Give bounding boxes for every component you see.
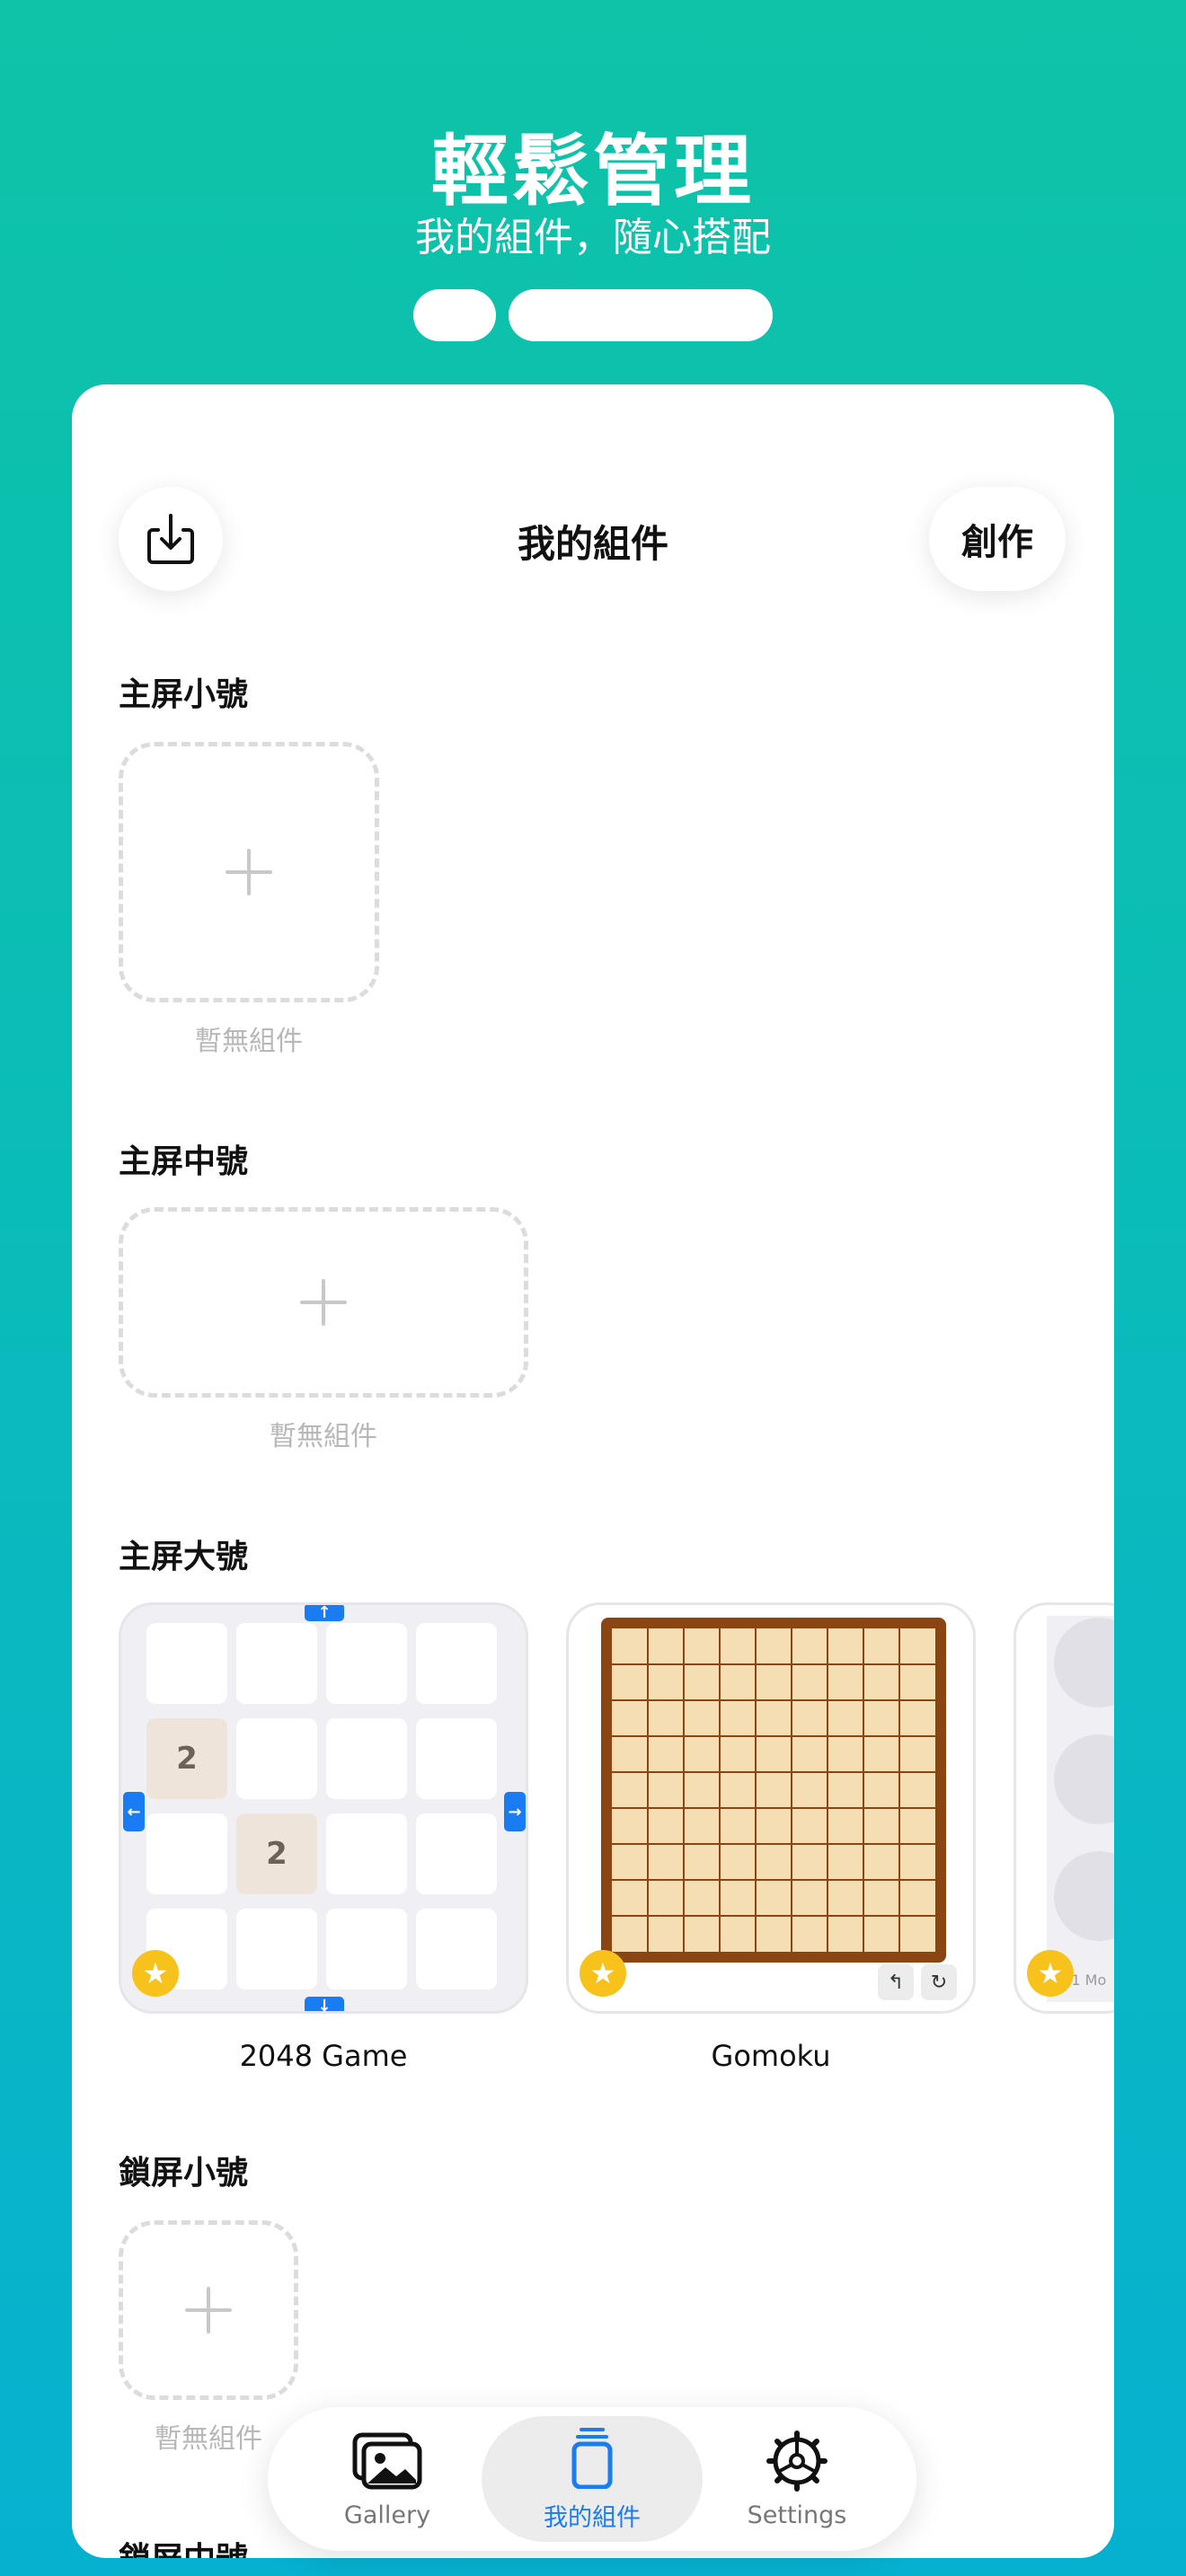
tab-label: Gallery (343, 2501, 431, 2529)
widget-card-partial[interactable]: el 1 Mo ★ (1013, 1602, 1114, 2014)
widget-stack-icon (571, 2427, 613, 2489)
restart-button[interactable]: ↻ (921, 1964, 957, 2000)
game-tile (236, 1718, 317, 1799)
section-title-home-large: 主屏大號 (119, 1539, 249, 1575)
widget-card-gomoku[interactable]: ↰ ↻ ★ (566, 1602, 976, 2014)
board-surface (612, 1628, 935, 1952)
gear-icon (766, 2430, 828, 2492)
gomoku-grid (612, 1628, 935, 1952)
game-tile (326, 1813, 407, 1894)
empty-label-lock-small: 暫無組件 (155, 2423, 262, 2455)
tab-gallery[interactable]: Gallery (277, 2416, 498, 2542)
add-widget-slot-home-medium[interactable] (119, 1207, 528, 1398)
game-tile (236, 1909, 317, 1989)
empty-label-home-small: 暫無組件 (195, 1026, 303, 1057)
game-tile: 2 (146, 1718, 227, 1799)
page-indicator-active (509, 289, 773, 341)
game-tile (146, 1623, 227, 1704)
favorite-star-icon[interactable]: ★ (132, 1950, 179, 1997)
page-indicator-dot (413, 289, 496, 341)
tab-bar: Gallery 我的組件 Settings (268, 2407, 916, 2551)
arrow-down-button[interactable]: ↓ (305, 1997, 344, 2011)
photos-icon (352, 2432, 422, 2489)
widget-card-2048[interactable]: 22 ↑ ↓ ← → ★ (119, 1602, 528, 2014)
game-tile (416, 1623, 497, 1704)
gomoku-board (601, 1618, 946, 1963)
game-tile (326, 1623, 407, 1704)
widget-name-gomoku: Gomoku (711, 2039, 831, 2073)
section-title-home-medium: 主屏中號 (119, 1143, 249, 1180)
hero-subtitle: 我的組件，隨心搭配 (415, 215, 771, 260)
empty-label-home-medium: 暫無組件 (270, 1421, 377, 1452)
game-2048-grid: 22 (146, 1623, 506, 2000)
undo-button[interactable]: ↰ (878, 1964, 914, 2000)
tab-label: Settings (747, 2501, 847, 2529)
game-tile: 2 (236, 1813, 317, 1894)
widget-name-2048: 2048 Game (239, 2039, 408, 2073)
game-tile (416, 1718, 497, 1799)
game-tile (326, 1718, 407, 1799)
game-tile (326, 1909, 407, 1989)
arrow-right-button[interactable]: → (504, 1792, 526, 1831)
plus-icon (300, 1279, 347, 1326)
section-title-lock-medium: 鎖屏中號 (119, 2533, 248, 2558)
tab-my-widgets[interactable]: 我的組件 (482, 2416, 703, 2542)
add-widget-slot-lock-small[interactable] (119, 2220, 298, 2400)
favorite-star-icon[interactable]: ★ (1027, 1950, 1074, 1997)
hero-title: 輕鬆管理 (431, 127, 755, 216)
section-title-lock-small: 鎖屏小號 (119, 2155, 249, 2192)
game-tile (416, 1813, 497, 1894)
favorite-star-icon[interactable]: ★ (580, 1950, 626, 1997)
arrow-up-button[interactable]: ↑ (305, 1605, 344, 1622)
create-button[interactable]: 創作 (929, 487, 1066, 591)
game-tile (146, 1813, 227, 1894)
section-title-home-small: 主屏小號 (119, 676, 249, 713)
plus-icon (185, 2287, 232, 2333)
plus-icon (226, 849, 272, 895)
widgets-panel: 我的組件 創作 主屏小號 暫無組件 主屏中號 暫無組件 主屏大號 22 ↑ ↓ … (72, 384, 1114, 2558)
game-tile (416, 1909, 497, 1989)
tab-label: 我的組件 (544, 2503, 641, 2532)
add-widget-slot-home-small[interactable] (119, 742, 379, 1002)
game-tile (236, 1623, 317, 1704)
tab-settings[interactable]: Settings (686, 2416, 907, 2542)
arrow-left-button[interactable]: ← (123, 1792, 145, 1831)
